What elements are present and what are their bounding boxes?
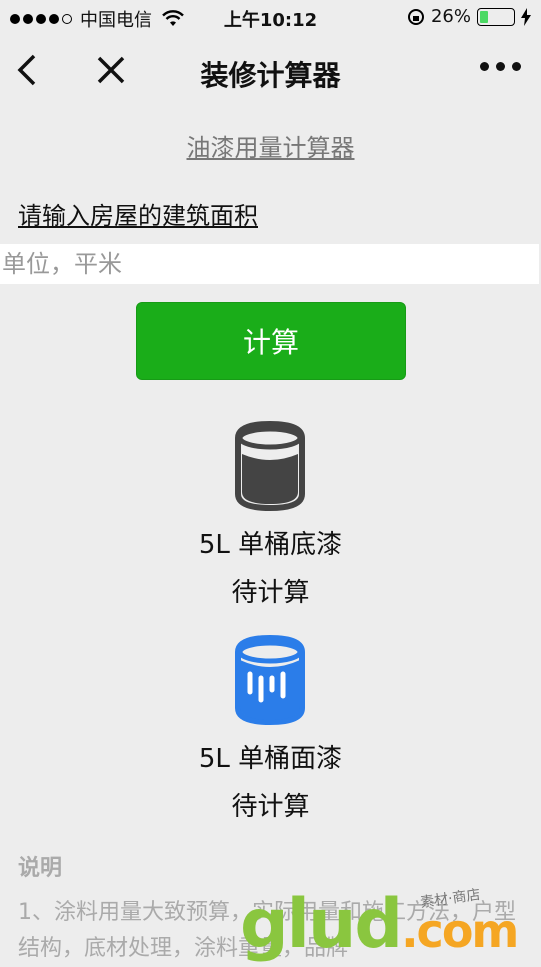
topcoat-name: 5L 单桶面漆 [198, 744, 343, 774]
area-prompt: 请输入房屋的建筑面积 [18, 202, 258, 230]
paint-bucket-icon [235, 634, 305, 726]
status-bar: 中国电信 上午10:12 26% [0, 0, 541, 36]
charging-icon [521, 7, 531, 26]
navigation-bar: 装修计算器 [0, 36, 541, 106]
battery-percent: 26% [430, 6, 471, 27]
rotation-lock-icon [407, 8, 424, 25]
notes-heading: 说明 [18, 856, 63, 881]
topcoat-result: 待计算 [231, 792, 310, 822]
paint-bucket-icon [235, 420, 305, 512]
primer-result: 待计算 [231, 578, 310, 608]
status-right: 26% [407, 6, 531, 27]
battery-fill [480, 10, 489, 23]
primer-name: 5L 单桶底漆 [198, 530, 343, 560]
calculate-button[interactable]: 计算 [136, 302, 406, 380]
page-title: 装修计算器 [200, 59, 341, 92]
calculator-subtitle-link[interactable]: 油漆用量计算器 [0, 128, 541, 163]
area-input[interactable] [0, 244, 539, 284]
battery-icon [477, 7, 515, 26]
more-dots-icon[interactable] [480, 62, 521, 71]
